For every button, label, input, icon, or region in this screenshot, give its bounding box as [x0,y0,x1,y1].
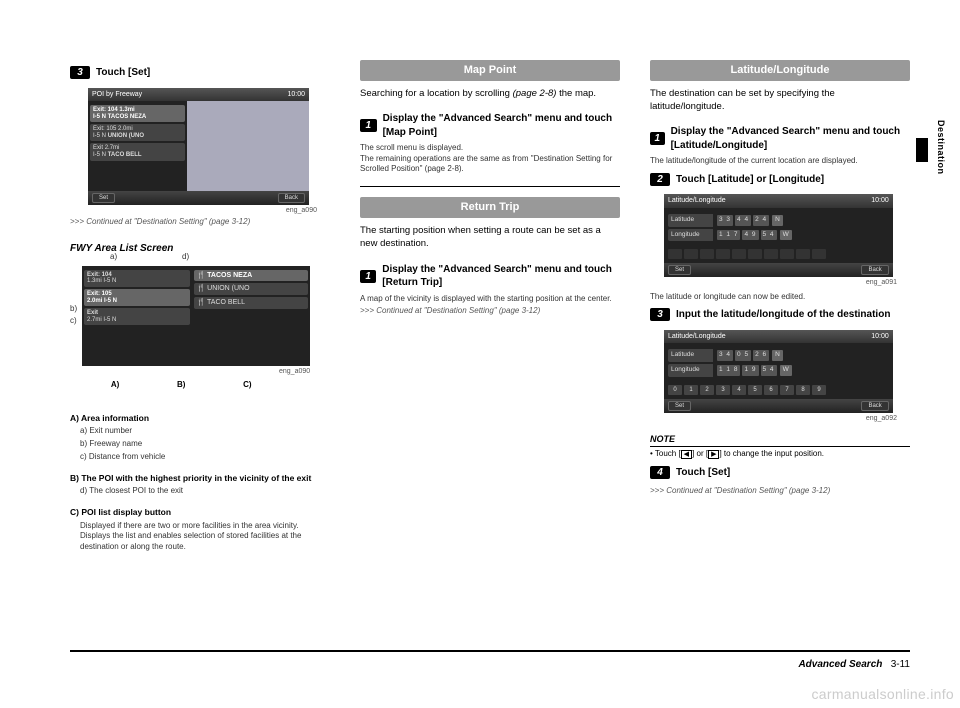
screen-time: 10:00 [287,90,305,99]
step-1-latlon: 1 Display the "Advanced Search" menu and… [650,125,910,152]
key-1[interactable]: 1 [684,385,698,395]
continued-ref: >>> Continued at "Destination Setting" (… [70,217,330,228]
step-badge-3: 3 [70,66,90,79]
set-button[interactable]: Set [92,193,115,203]
note-body: • Touch [◀] or [▶] to change the input p… [650,449,910,460]
column-2: Map Point Searching for a location by sc… [360,60,620,620]
key-9[interactable]: 9 [812,385,826,395]
fwy-area-heading: FWY Area List Screen [70,242,330,256]
side-tab-label: Destination [936,120,946,175]
step-3: 3 Touch [Set] [70,66,330,80]
right-arrow-icon: ▶ [708,450,719,459]
longitude-button[interactable]: Longitude [668,364,713,377]
manual-page: Destination 3 Touch [Set] POI by Freeway… [0,0,960,708]
back-button[interactable]: Back [861,401,888,411]
latlon-screen-b: Latitude/Longitude10:00 Latitude 3 4 0 5… [664,330,893,413]
key-0[interactable]: 0 [668,385,682,395]
map-point-title: Map Point [360,60,620,81]
set-button[interactable]: Set [668,401,691,411]
latitude-button[interactable]: Latitude [668,214,713,227]
key-8[interactable]: 8 [796,385,810,395]
screen-caption: eng_a090 [70,206,317,215]
fwy-area-list-screen: Exit: 1041.3mi I-5 N Exit: 1052.0mi I-5 … [82,266,310,366]
step-4-latlon: 4 Touch [Set] [650,466,910,480]
longitude-button[interactable]: Longitude [668,229,713,242]
set-button[interactable]: Set [668,265,691,275]
back-button[interactable]: Back [278,193,305,203]
back-button[interactable]: Back [861,265,888,275]
watermark: carmanualsonline.info [812,686,955,702]
note-heading: NOTE [650,433,910,447]
three-columns: 3 Touch [Set] POI by Freeway 10:00 Exit:… [70,60,910,620]
latitude-button[interactable]: Latitude [668,349,713,362]
screen-title: POI by Freeway [92,90,142,99]
footer-text: Advanced Search 3-11 [798,659,910,670]
poi-by-freeway-screen: POI by Freeway 10:00 Exit: 104 1.3miI-5 … [88,88,309,206]
restaurant-icon: 🍴 [197,272,206,279]
key-5[interactable]: 5 [748,385,762,395]
key-3[interactable]: 3 [716,385,730,395]
footer-rule [70,650,910,652]
key-4[interactable]: 4 [732,385,746,395]
step-3-text: Touch [Set] [96,66,150,80]
key-2[interactable]: 2 [700,385,714,395]
side-tab-marker [916,138,928,162]
fwy-area-screen-wrap: a) d) b) c) Exit: 1041.3mi I-5 N Exit: 1… [82,262,330,391]
callout-definitions: A) Area information a) Exit number b) Fr… [70,403,330,553]
key-7[interactable]: 7 [780,385,794,395]
return-trip-title: Return Trip [360,197,620,218]
map-point-body: Searching for a location by scrolling (p… [360,87,620,100]
divider [360,186,620,187]
latlon-screen-a: Latitude/Longitude10:00 Latitude 3 3 4 4… [664,194,893,277]
key-6[interactable]: 6 [764,385,778,395]
step-1-map-point: 1 Display the "Advanced Search" menu and… [360,112,620,139]
step-2-latlon: 2 Touch [Latitude] or [Longitude] [650,173,910,187]
step-3-latlon: 3 Input the latitude/longitude of the de… [650,308,910,322]
column-3: Latitude/Longitude The destination can b… [650,60,910,620]
restaurant-icon: 🍴 [197,299,206,306]
column-1: 3 Touch [Set] POI by Freeway 10:00 Exit:… [70,60,330,620]
left-arrow-icon: ◀ [681,450,692,459]
step-1-return-trip: 1 Display the "Advanced Search" menu and… [360,263,620,290]
latlon-title: Latitude/Longitude [650,60,910,81]
restaurant-icon: 🍴 [197,285,206,292]
